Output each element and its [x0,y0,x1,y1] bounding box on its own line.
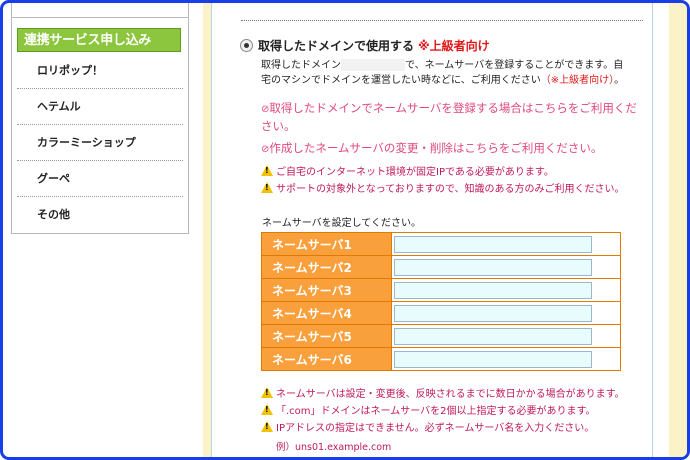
note-text: 「.com」ドメインはネームサーバを2個以上指定する必要があります。 [276,406,596,417]
nameserver4-input[interactable] [394,304,592,322]
warning-icon [261,182,273,193]
nameserver-prompt: ネームサーバを設定してください。 [262,218,421,229]
sidebar-item-heteml[interactable]: ヘテムル [17,89,183,125]
sidebar-item-lolipop[interactable]: ロリポップ！ [17,53,183,89]
table-row: ネームサーバ2 [261,255,621,279]
note-ip-address: IPアドレスの指定はできません。必ずネームサーバ名を入力ください。 [261,421,594,436]
option-description: 取得したドメイン で、ネームサーバを登録することができます。自 宅のマシンでドメイ… [261,58,641,88]
table-row: ネームサーバ5 [261,324,621,348]
note-text: IPアドレスの指定はできません。必ずネームサーバ名を入力ください。 [276,423,595,434]
main-content: 取得したドメインで使用する ※上級者向け 取得したドメイン で、ネームサーバを登録す… [211,3,653,457]
note-com-domain: 「.com」ドメインはネームサーバを2個以上指定する必要があります。 [261,404,596,419]
warning-icon [261,165,273,176]
register-nameserver-link[interactable]: ⊘取得したドメインでネームサーバを登録する場合はこちらをご利用ください。 [261,100,645,135]
edit-nameserver-link[interactable]: ⊘作成したネームサーバの変更・削除はこちらをご利用ください。 [261,140,645,158]
dotted-divider [241,20,643,21]
main-margin-left [203,3,211,457]
table-row: ネームサーバ4 [261,301,621,325]
nameserver-label: ネームサーバ5 [261,324,392,348]
note-text: ネームサーバは設定・変更後、反映されるまでに数日かかる場合があります。 [276,389,625,400]
warning-text: ご自宅のインターネット環境が固定IPである必要があります。 [276,167,554,178]
nameserver-label: ネームサーバ2 [261,255,392,279]
desc-advanced: （※上級者向け） [540,75,615,86]
nameserver6-input[interactable] [394,350,592,368]
nameserver2-input[interactable] [394,258,592,276]
nameserver1-input[interactable] [394,235,592,253]
table-row: ネームサーバ1 [261,232,621,256]
warning-support: サポートの対象外となっておりますので、知識のある方のみご利用ください。 [261,182,625,197]
desc-text-3: 宅のマシンでドメインを運営したい時などに、ご利用ください [261,75,541,86]
nameserver-label: ネームサーバ4 [261,301,392,325]
table-row: ネームサーバ3 [261,278,621,302]
register-nameserver-link-text: 取得したドメインでネームサーバを登録する場合はこちらをご利用ください。 [261,101,637,133]
edit-nameserver-link-text: 作成したネームサーバの変更・削除はこちらをご利用ください。 [269,141,603,155]
warning-icon [261,404,273,415]
nameserver-label: ネームサーバ3 [261,278,392,302]
sidebar-top-box [12,3,188,18]
nameserver-table: ネームサーバ1 ネームサーバ2 ネームサーバ3 ネームサーバ4 ネームサーバ5 … [261,232,621,371]
use-own-domain-radio[interactable] [240,39,253,52]
advanced-label: ※上級者向け [418,39,490,53]
warning-icon [261,421,273,432]
nameserver3-input[interactable] [394,281,592,299]
nameserver-label: ネームサーバ1 [261,232,392,256]
nameserver-example: 例）uns01.example.com [276,442,392,453]
main-margin-right [669,3,687,457]
option-title: 取得したドメインで使用する [258,39,415,53]
warning-text: サポートの対象外となっておりますので、知識のある方のみご利用ください。 [276,184,625,195]
window-frame: 連携サービス申し込み ロリポップ！ ヘテムル カラーミーショップ グーペ その他… [0,0,690,460]
nameserver5-input[interactable] [394,327,592,345]
domain-name-placeholder [341,59,405,71]
warning-icon [261,387,273,398]
domain-option: 取得したドメインで使用する ※上級者向け [240,35,490,53]
warning-fixed-ip: ご自宅のインターネット環境が固定IPである必要があります。 [261,165,554,180]
desc-text-1: 取得したドメイン [261,60,341,71]
sidebar-item-other[interactable]: その他 [17,197,183,232]
sidebar: 連携サービス申し込み ロリポップ！ ヘテムル カラーミーショップ グーペ その他 [11,3,189,234]
note-propagation: ネームサーバは設定・変更後、反映されるまでに数日かかる場合があります。 [261,387,625,402]
sidebar-heading: 連携サービス申し込み [17,28,181,52]
sidebar-list: ロリポップ！ ヘテムル カラーミーショップ グーペ その他 [17,53,183,232]
sidebar-item-goope[interactable]: グーペ [17,161,183,197]
desc-end: 。 [614,75,625,86]
nameserver-label: ネームサーバ6 [261,347,392,371]
table-row: ネームサーバ6 [261,347,621,371]
desc-text-2: で、ネームサーバを登録することができます。自 [405,60,624,71]
sidebar-item-colorme-shop[interactable]: カラーミーショップ [17,125,183,161]
